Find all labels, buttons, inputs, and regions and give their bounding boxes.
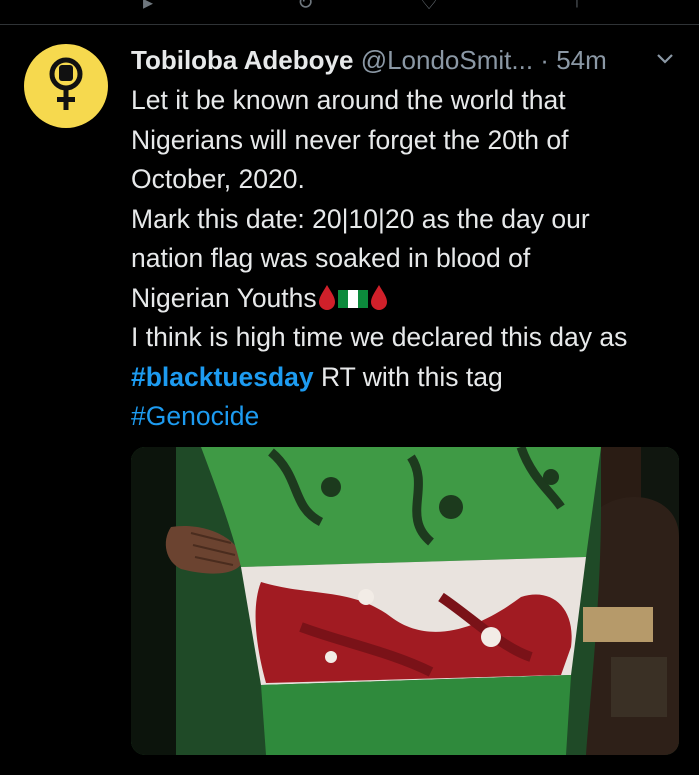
user-handle[interactable]: @LondoSmit... xyxy=(361,45,533,75)
separator-dot: · xyxy=(540,45,549,75)
blood-drop-icon xyxy=(318,284,335,310)
timestamp[interactable]: 54m xyxy=(556,45,607,75)
blood-stained-flag-photo xyxy=(131,447,679,755)
nigeria-flag-icon xyxy=(337,289,368,308)
tweet-media-image[interactable] xyxy=(131,447,679,755)
avatar[interactable] xyxy=(24,44,108,128)
retweet-icon[interactable]: ↻ xyxy=(297,0,314,15)
tweet-line: Let it be known around the world that xyxy=(131,85,566,115)
tweet-line-hashtag: #blacktuesday RT with this tag xyxy=(131,358,691,398)
hashtag-blacktuesday[interactable]: #blacktuesday xyxy=(131,362,314,392)
tweet-line: October, 2020. xyxy=(131,164,305,194)
like-icon[interactable]: ♡ xyxy=(420,0,438,15)
tweet-line-text: Nigerian Youths xyxy=(131,282,317,313)
hashtag-genocide[interactable]: #Genocide xyxy=(131,397,691,437)
blood-drop-icon xyxy=(370,284,387,310)
tweet-line-youths: Nigerian Youths xyxy=(131,279,691,319)
tweet-line: nation flag was soaked in blood of xyxy=(131,243,531,273)
tweet-action-bar-partial: ▸ ↻ ♡ ↑ xyxy=(0,0,699,24)
reply-icon[interactable]: ▸ xyxy=(143,0,153,15)
tweet-line-text: RT with this tag xyxy=(313,361,503,392)
tweet-line: Nigerians will never forget the 20th of xyxy=(131,124,569,155)
tweet-line: I think is high time we declared this da… xyxy=(131,322,628,352)
tweet-text: Let it be known around the world that Ni… xyxy=(131,81,691,437)
female-symbol-fist-icon xyxy=(49,57,83,110)
tweet-header: Tobiloba Adeboye @LondoSmit... · 54m xyxy=(131,42,676,78)
tweet-divider xyxy=(0,24,699,25)
tweet-line: Mark this date: 20|10|20 as the day our xyxy=(131,203,590,234)
chevron-down-icon[interactable] xyxy=(654,48,676,70)
share-icon[interactable]: ↑ xyxy=(572,0,582,13)
display-name[interactable]: Tobiloba Adeboye xyxy=(131,45,353,75)
